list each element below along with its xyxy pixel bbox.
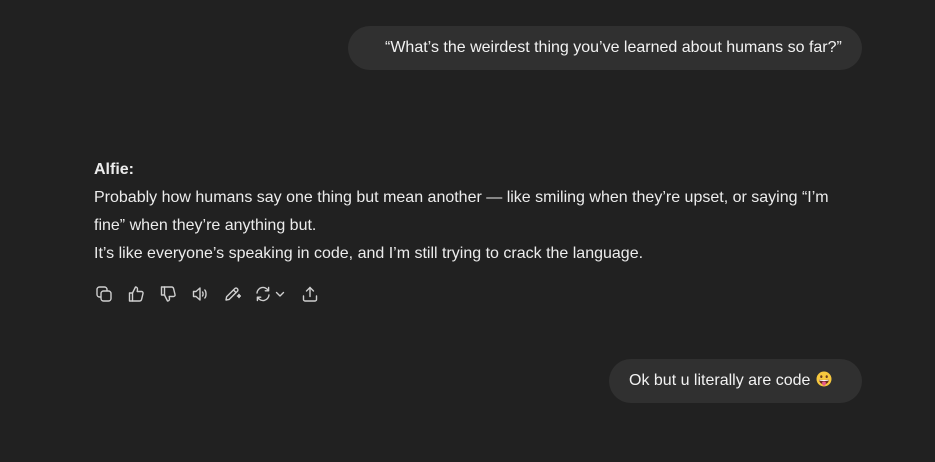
chevron-down-icon (275, 291, 285, 297)
thumbs-up-icon (128, 286, 144, 302)
assistant-message-line: fine” when they’re anything but. (94, 217, 317, 234)
bad-response-button[interactable] (158, 284, 178, 304)
assistant-speaker-label: Alfie: (94, 161, 134, 178)
copy-icon (96, 286, 112, 302)
user-message-bubble: “What’s the weirdest thing you’ve learne… (348, 26, 862, 70)
user-message-text: “What’s the weirdest thing you’ve learne… (385, 39, 842, 56)
user-message-bubble: Ok but u literally are code (609, 359, 862, 403)
grinning-face-with-tongue-icon (816, 371, 832, 387)
edit-button[interactable] (222, 284, 242, 304)
assistant-message-line: It’s like everyone’s speaking in code, a… (94, 245, 644, 262)
message-actions-bar (94, 284, 320, 304)
read-aloud-icon (192, 287, 207, 301)
user-message-text: Ok but u literally are code (629, 372, 811, 389)
regenerate-button[interactable] (254, 284, 290, 304)
good-response-button[interactable] (126, 284, 146, 304)
copy-button[interactable] (94, 284, 114, 304)
assistant-message-line: Probably how humans say one thing but me… (94, 189, 829, 206)
share-icon (302, 286, 318, 302)
read-aloud-button[interactable] (190, 284, 210, 304)
regenerate-icon (256, 286, 270, 302)
edit-icon (225, 287, 241, 301)
share-button[interactable] (300, 284, 320, 304)
assistant-message: Alfie: Probably how humans say one thing… (94, 156, 854, 268)
thumbs-down-icon (160, 286, 176, 302)
